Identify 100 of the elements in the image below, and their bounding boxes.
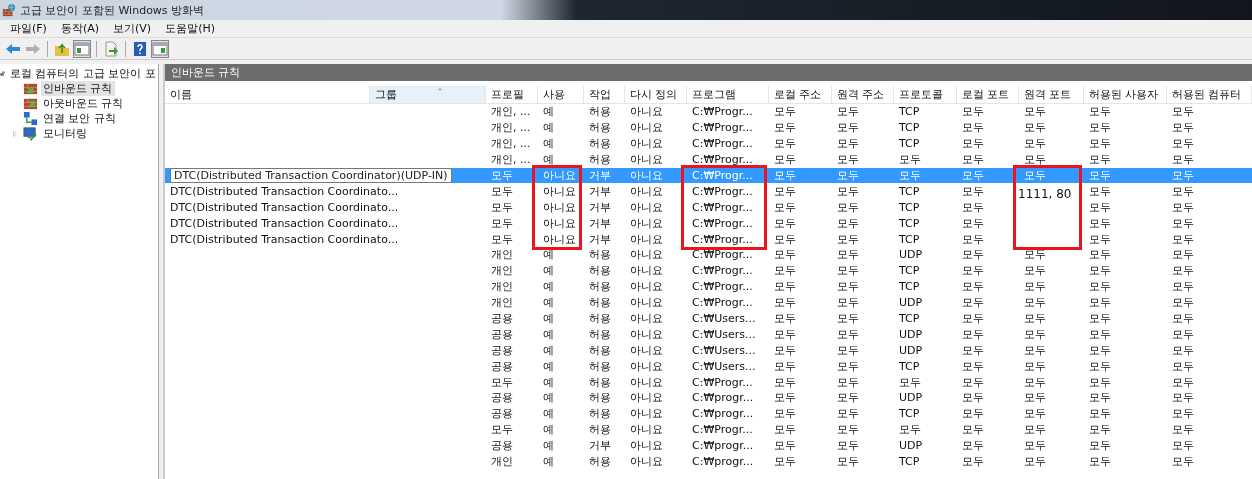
table-cell: C:₩Progr...	[692, 169, 753, 182]
table-cell: 모두	[491, 422, 513, 438]
menu-item[interactable]: 동작(A)	[54, 21, 108, 36]
column-header[interactable]: 프로필	[486, 86, 538, 103]
table-cell: 허용	[589, 295, 611, 311]
column-header[interactable]: 허용된 컴퓨터	[1167, 86, 1252, 103]
table-cell: 모두	[1024, 311, 1046, 326]
toolbar-button[interactable]	[73, 39, 91, 58]
tree-item[interactable]: 모니터링	[41, 126, 89, 141]
table-cell: 모두	[1024, 406, 1046, 422]
table-cell: C:₩Progr...	[692, 200, 753, 214]
table-cell: C:₩Progr...	[692, 153, 753, 167]
table-cell: TCP	[899, 359, 920, 373]
firewall-globe-icon	[2, 3, 16, 17]
menu-item[interactable]: 도움말(H)	[159, 21, 223, 36]
column-header[interactable]: 로컬 주소	[769, 86, 832, 103]
table-cell: 모두	[1024, 263, 1046, 279]
table-cell: 모두	[1172, 199, 1194, 215]
table-cell: 예	[543, 311, 554, 326]
table-cell: 모두	[837, 215, 859, 231]
table-cell: 모두	[1024, 295, 1046, 311]
table-cell: DTC(Distributed Transaction Coordinato...	[170, 232, 399, 246]
table-cell: 모두	[774, 342, 796, 358]
table-cell: 모두	[1172, 311, 1194, 326]
table-cell: 모두	[774, 422, 796, 438]
tree-item[interactable]: 로컬 컴퓨터의 고급 보안이 포	[8, 66, 158, 81]
table-cell: 모두	[1089, 104, 1111, 120]
table-cell: 모두	[962, 311, 984, 326]
table-cell: C:₩progr...	[692, 439, 754, 453]
column-header[interactable]: 원격 주소	[832, 86, 894, 103]
tree-item[interactable]: 연결 보안 규칙	[41, 111, 118, 126]
table-cell: 아니요	[630, 279, 663, 295]
column-header[interactable]: 프로토콜	[894, 86, 957, 103]
table-cell: 예	[543, 152, 554, 168]
table-cell: 모두	[837, 422, 859, 438]
column-header[interactable]: 작업	[584, 86, 625, 103]
table-cell: 개인, ...	[491, 136, 531, 152]
table-cell: 모두	[1024, 374, 1046, 390]
table-cell: 모두	[774, 104, 796, 120]
table-cell: 모두	[774, 454, 796, 470]
table-cell: 모두	[774, 390, 796, 406]
table-cell: 모두	[1172, 390, 1194, 406]
table-cell: 모두	[837, 120, 859, 136]
column-header[interactable]: 프로그램	[687, 86, 769, 103]
table-cell: DTC(Distributed Transaction Coordinato...	[170, 184, 399, 198]
table-cell: 모두	[1172, 215, 1194, 231]
table-cell: C:₩Progr...	[692, 216, 753, 230]
table-cell: 모두	[1024, 279, 1046, 295]
table-cell: 모두	[1172, 406, 1194, 422]
table-cell: 모두	[491, 374, 513, 390]
column-header[interactable]: 사용	[538, 86, 584, 103]
toolbar-button[interactable]	[151, 39, 169, 58]
table-cell: 모두	[962, 136, 984, 152]
table-cell: 모두	[837, 342, 859, 358]
column-header[interactable]: 그룹	[370, 86, 486, 103]
table-cell: 개인, ...	[491, 120, 531, 136]
menu-item[interactable]: 파일(F)	[4, 21, 55, 36]
monitor-icon	[23, 126, 38, 141]
tree-item[interactable]: 아웃바운드 규칙	[41, 96, 126, 111]
table-cell: 거부	[589, 183, 611, 199]
table-cell: 허용	[589, 390, 611, 406]
table-cell: 모두	[962, 454, 984, 470]
table-cell: 모두	[1089, 374, 1111, 390]
column-header[interactable]: 허용된 사용자	[1084, 86, 1167, 103]
table-cell: 모두	[1089, 120, 1111, 136]
table-cell: 모두	[1024, 358, 1046, 374]
table-cell: UDP	[899, 343, 923, 357]
table-cell: 예	[543, 358, 554, 374]
toolbar-button[interactable]	[102, 39, 120, 58]
table-cell: 모두	[1089, 454, 1111, 470]
table-cell: 모두	[774, 295, 796, 311]
table-cell: 개인, ...	[491, 152, 531, 168]
help-icon	[132, 40, 148, 57]
column-header[interactable]: 원격 포트	[1019, 86, 1084, 103]
table-cell: 아니요	[630, 199, 663, 215]
table-cell: TCP	[899, 232, 920, 246]
table-cell: TCP	[899, 105, 920, 119]
table-cell: 아니요	[630, 422, 663, 438]
table-cell: 모두	[1089, 342, 1111, 358]
table-cell: 모두	[491, 199, 513, 215]
column-header[interactable]: 로컬 포트	[957, 86, 1019, 103]
selected-row[interactable]: DTC(Distributed Transaction Coordinator)(UDP-IN) 모두 아니요 거부 아니요 C:₩Progr... 모두 모두 모두 모두 모두 모두 모두	[165, 167, 1252, 184]
table-cell: 허용	[589, 279, 611, 295]
table-cell: 모두	[962, 438, 984, 454]
menu-item[interactable]: 보기(V)	[107, 21, 160, 36]
table-cell: C:₩Progr...	[692, 375, 753, 389]
table-cell: 모두	[1089, 136, 1111, 152]
tree-item[interactable]: 인바운드 규칙	[41, 81, 115, 96]
table-cell: 모두	[1089, 390, 1111, 406]
table-cell: 모두	[1024, 152, 1046, 168]
table-cell: C:₩Progr...	[692, 248, 753, 262]
table-cell: 허용	[589, 454, 611, 470]
table-cell: 모두	[1024, 104, 1046, 120]
table-cell: 공용	[491, 326, 513, 342]
column-header[interactable]: 다시 정의	[625, 86, 687, 103]
table-cell: 아니요	[630, 295, 663, 311]
table-cell: 모두	[491, 168, 513, 183]
table-cell: 모두	[837, 326, 859, 342]
table-cell: 모두	[1172, 279, 1194, 295]
toolbar-button[interactable]	[131, 39, 149, 58]
